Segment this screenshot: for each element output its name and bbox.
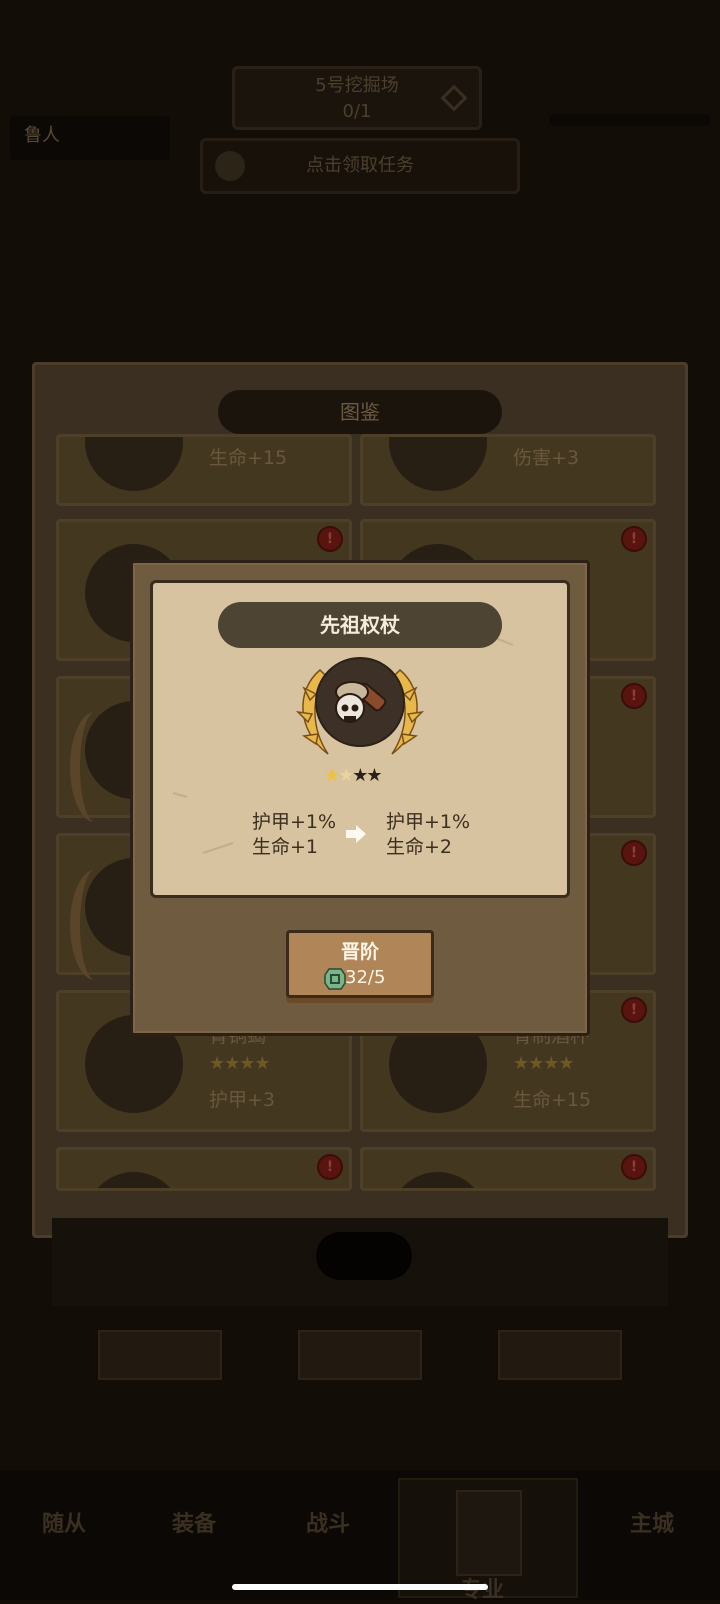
laurel-decoration xyxy=(70,870,120,980)
alert-badge-icon: ! xyxy=(317,526,343,552)
codex-title: 图鉴 xyxy=(218,390,502,434)
next-armor-stat: 护甲+1% xyxy=(386,811,471,833)
card-stat: 生命+15 xyxy=(513,1089,592,1111)
card-item-icon xyxy=(389,1172,487,1188)
codex-card[interactable]: 伤害+3 xyxy=(360,434,656,506)
star-empty-icon: ★ xyxy=(366,765,382,786)
nav-profession-tab[interactable]: 专业 xyxy=(398,1478,578,1603)
task-icon xyxy=(215,151,245,181)
star-filled-icon: ★ xyxy=(338,765,354,786)
card-stat: 护甲+3 xyxy=(209,1089,276,1111)
alert-badge-icon: ! xyxy=(317,1154,343,1180)
home-indicator xyxy=(232,1584,488,1590)
book-icon xyxy=(456,1490,522,1576)
upgrade-button[interactable]: 晋阶 32/5 xyxy=(286,930,434,998)
diamond-arrow-icon xyxy=(440,84,468,112)
upgrade-cost: 32/5 xyxy=(345,967,386,988)
nav-battle[interactable]: 战斗 xyxy=(306,1506,350,1538)
codex-card[interactable]: ! xyxy=(56,1147,352,1191)
background-button xyxy=(498,1330,622,1380)
background-button xyxy=(98,1330,222,1380)
next-hp-stat: 生命+2 xyxy=(386,836,453,858)
token-icon xyxy=(324,968,346,990)
alert-badge-icon: ! xyxy=(621,1154,647,1180)
item-star-rating: ★★★★ xyxy=(324,765,383,786)
next-stats: 护甲+1% 生命+2 xyxy=(386,810,470,860)
claim-task-button[interactable]: 点击领取任务 xyxy=(200,138,520,194)
arrow-right-icon xyxy=(346,825,366,843)
alert-badge-icon: ! xyxy=(621,526,647,552)
item-title: 先祖权杖 xyxy=(218,602,502,648)
current-stats: 护甲+1% 生命+1 xyxy=(252,810,336,860)
nav-followers[interactable]: 随从 xyxy=(42,1506,86,1538)
background-button xyxy=(298,1330,422,1380)
alert-badge-icon: ! xyxy=(621,683,647,709)
codex-card[interactable]: ! xyxy=(360,1147,656,1191)
card-item-icon xyxy=(85,1172,183,1188)
claim-task-label: 点击领取任务 xyxy=(306,155,414,176)
codex-card[interactable]: 生命+15 xyxy=(56,434,352,506)
upgrade-label: 晋阶 xyxy=(340,941,379,963)
laurel-decoration xyxy=(70,712,120,822)
current-hp-stat: 生命+1 xyxy=(252,836,319,858)
card-star-rating: ★★★★ xyxy=(513,1053,575,1074)
alert-badge-icon: ! xyxy=(621,840,647,866)
nav-equipment[interactable]: 装备 xyxy=(172,1506,216,1538)
star-filled-icon: ★ xyxy=(324,765,340,786)
current-armor-stat: 护甲+1% xyxy=(252,811,337,833)
nav-city[interactable]: 主城 xyxy=(630,1506,674,1538)
card-stat: 伤害+3 xyxy=(513,447,580,469)
card-star-rating: ★★★★ xyxy=(209,1053,271,1074)
resource-bar xyxy=(550,114,710,126)
task-panel[interactable]: 5号挖掘场 0/1 xyxy=(232,66,482,130)
card-stat: 生命+15 xyxy=(209,447,288,469)
card-item-icon xyxy=(85,437,183,491)
background-pill xyxy=(316,1232,412,1280)
item-icon xyxy=(295,657,425,755)
card-item-icon xyxy=(389,437,487,491)
bottom-nav xyxy=(0,1470,720,1600)
star-empty-icon: ★ xyxy=(352,765,368,786)
player-name: 鲁人 xyxy=(10,116,170,160)
alert-badge-icon: ! xyxy=(621,997,647,1023)
